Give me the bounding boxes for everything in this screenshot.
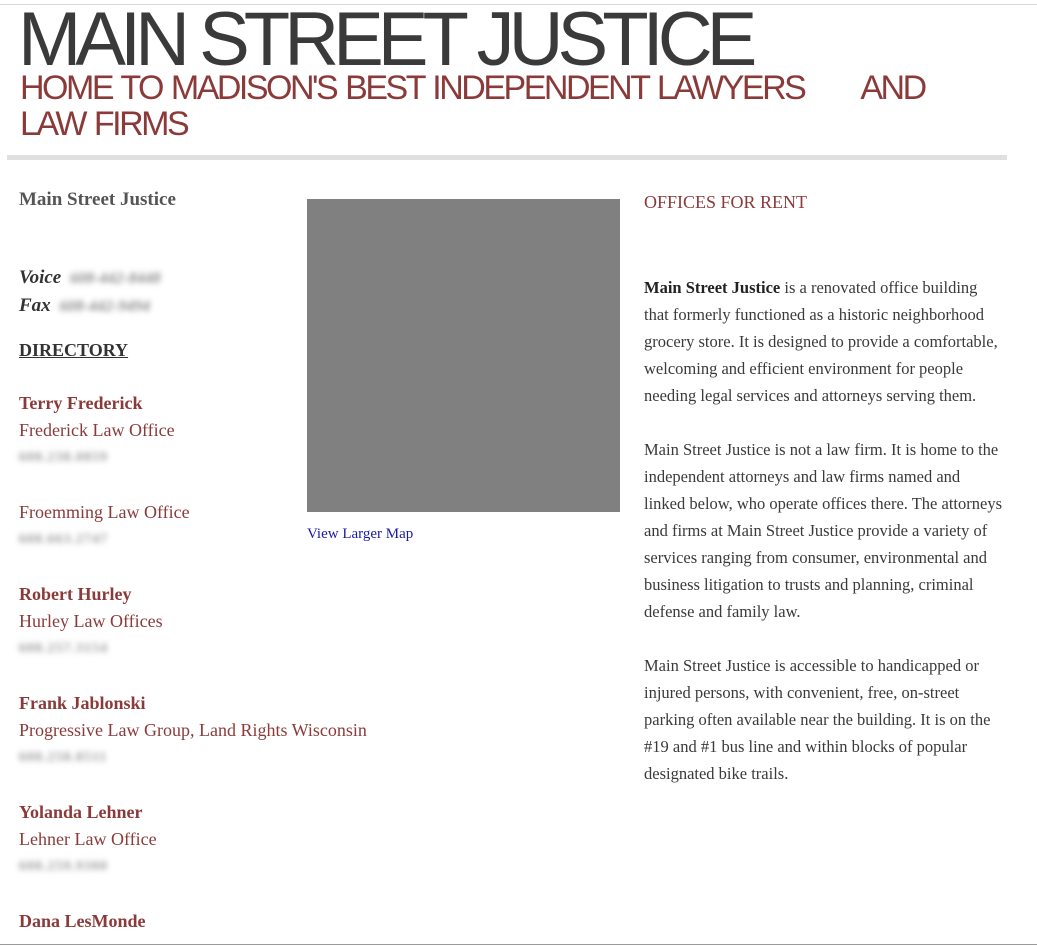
attorney-name: Frank Jablonski — [19, 693, 146, 713]
about-paragraph: Main Street Justice is not a law firm. I… — [644, 440, 1002, 621]
directory-entry: Dana LesMonde — [19, 908, 399, 935]
firm-link[interactable]: Progressive Law Group, Land Rights Wisco… — [19, 717, 399, 744]
directory-entry: Robert Hurley Hurley Law Offices 608.257… — [19, 581, 399, 662]
tagline-and: AND — [860, 69, 927, 107]
fax-label: Fax — [19, 295, 51, 316]
embedded-map[interactable] — [307, 199, 620, 512]
firm-phone: 608.258.8511 — [19, 750, 108, 765]
directory-entry: Frank Jablonski Progressive Law Group, L… — [19, 690, 399, 771]
description-text: is a renovated office building that form… — [644, 278, 998, 405]
firm-link[interactable]: Lehner Law Office — [19, 826, 399, 853]
firm-phone: 608.259.9300 — [19, 859, 108, 874]
firm-link[interactable]: Hurley Law Offices — [19, 608, 399, 635]
attorney-name: Robert Hurley — [19, 584, 132, 604]
firm-phone: 608.257.3154 — [19, 641, 108, 656]
offices-heading: OFFICES FOR RENT — [644, 192, 808, 212]
voice-label: Voice — [19, 267, 62, 288]
attorney-name: Dana LesMonde — [19, 911, 146, 931]
accessibility-paragraph: Main Street Justice is accessible to han… — [644, 656, 991, 783]
header-divider — [7, 155, 1007, 160]
bottom-border — [0, 944, 1037, 945]
tagline-main: HOME TO MADISON'S BEST INDEPENDENT LAWYE… — [20, 69, 807, 107]
fax-number: 608-442-9494 — [59, 298, 151, 315]
description-bold: Main Street Justice — [644, 278, 781, 297]
attorney-name: Yolanda Lehner — [19, 802, 143, 822]
offices-content: OFFICES FOR RENT Main Street Justice is … — [644, 190, 1004, 787]
tagline-end: LAW FIRMS — [20, 105, 190, 143]
description-paragraph: Main Street Justice is a renovated offic… — [644, 274, 1004, 409]
site-title: MAIN STREET JUSTICE — [18, 0, 757, 82]
site-tagline: HOME TO MADISON'S BEST INDEPENDENT LAWYE… — [20, 70, 950, 142]
directory-entry: Yolanda Lehner Lehner Law Office 608.259… — [19, 799, 399, 880]
view-larger-map-link[interactable]: View Larger Map — [307, 524, 413, 544]
voice-number: 608-442-8448 — [69, 270, 161, 287]
